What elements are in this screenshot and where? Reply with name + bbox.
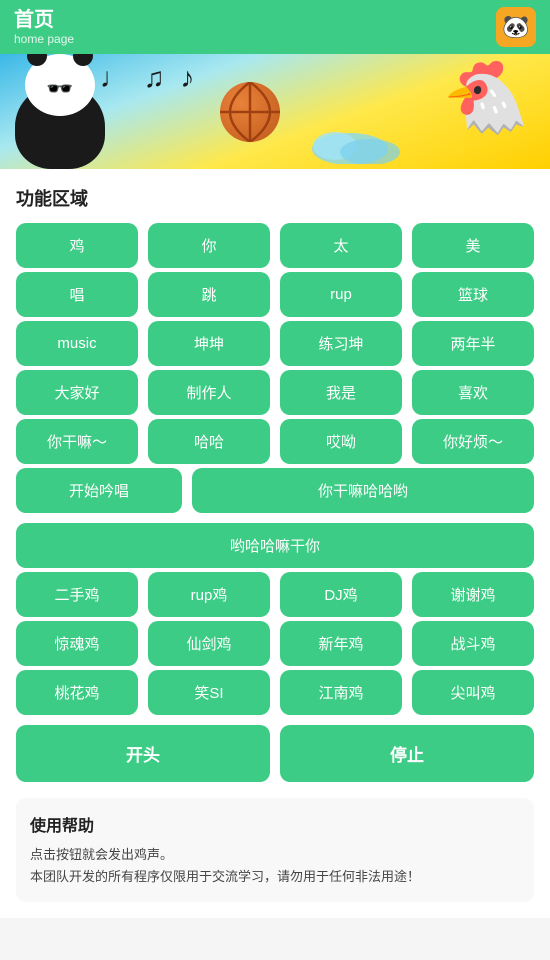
button-row-1: 鸡 你 太 美 [16,223,534,268]
basketball-icon [220,82,280,142]
main-content: 功能区域 鸡 你 太 美 唱 跳 rup 篮球 music 坤坤 练习坤 两年半… [0,169,550,918]
header-title-en: home page [14,32,74,46]
button-row-2: 唱 跳 rup 篮球 [16,272,534,317]
btn-kunkun[interactable]: 坤坤 [148,321,270,366]
btn-yohahahmaganyi[interactable]: 哟哈哈嘛干你 [16,523,534,568]
action-row: 开头 停止 [16,725,534,782]
stop-button[interactable]: 停止 [280,725,534,782]
btn-liankun[interactable]: 练习坤 [280,321,402,366]
btn-tiao[interactable]: 跳 [148,272,270,317]
btn-djji[interactable]: DJ鸡 [280,572,402,617]
button-row-3: music 坤坤 练习坤 两年半 [16,321,534,366]
btn-xinnianji[interactable]: 新年鸡 [280,621,402,666]
help-section: 使用帮助 点击按钮就会发出鸡声。 本团队开发的所有程序仅限用于交流学习，请勿用于… [16,798,534,902]
header-title-zh: 首页 [14,8,74,32]
btn-aiyou[interactable]: 哎呦 [280,419,402,464]
btn-nihaofen[interactable]: 你好烦～ [412,419,534,464]
header-title-block: 首页 home page [14,8,74,46]
banner: 🕶️ ♩ ♫ ♪ 🐔 [0,54,550,169]
section-title: 功能区域 [16,169,534,223]
panda-head: 🕶️ [25,54,95,116]
btn-lanqiu[interactable]: 篮球 [412,272,534,317]
btn-jiangnanji[interactable]: 江南鸡 [280,670,402,715]
btn-zhizuoren[interactable]: 制作人 [148,370,270,415]
panda-glasses-icon: 🕶️ [46,76,73,102]
btn-ni[interactable]: 你 [148,223,270,268]
btn-liangnianban[interactable]: 两年半 [412,321,534,366]
btn-rupji[interactable]: rup鸡 [148,572,270,617]
btn-nigannahahayo[interactable]: 你干嘛哈哈哟 [192,468,534,513]
button-row-9: 桃花鸡 笑SI 江南鸡 尖叫鸡 [16,670,534,715]
btn-jianjiaoji[interactable]: 尖叫鸡 [412,670,534,715]
button-row-6: 开始吟唱 你干嘛哈哈哟 哟哈哈嘛干你 [16,468,534,568]
panda-body: 🕶️ [15,84,105,169]
btn-rup[interactable]: rup [280,272,402,317]
help-text-1: 点击按钮就会发出鸡声。 [30,844,520,866]
btn-dajahao[interactable]: 大家好 [16,370,138,415]
help-text-2: 本团队开发的所有程序仅限用于交流学习，请勿用于任何非法用途！ [30,866,520,888]
btn-niganna[interactable]: 你干嘛～ [16,419,138,464]
btn-ji[interactable]: 鸡 [16,223,138,268]
btn-zhandouji[interactable]: 战斗鸡 [412,621,534,666]
btn-tai[interactable]: 太 [280,223,402,268]
btn-kaishiyinchang[interactable]: 开始吟唱 [16,468,182,513]
btn-xianjianji[interactable]: 仙剑鸡 [148,621,270,666]
avatar-icon: 🐼 [502,14,529,40]
button-row-4: 大家好 制作人 我是 喜欢 [16,370,534,415]
btn-mei[interactable]: 美 [412,223,534,268]
btn-haha[interactable]: 哈哈 [148,419,270,464]
button-row-7: 二手鸡 rup鸡 DJ鸡 谢谢鸡 [16,572,534,617]
btn-xihuan[interactable]: 喜欢 [412,370,534,415]
btn-music[interactable]: music [16,321,138,366]
help-title: 使用帮助 [30,812,520,836]
btn-jinghunij[interactable]: 惊魂鸡 [16,621,138,666]
header: 首页 home page 🐼 [0,0,550,54]
btn-xiaosi[interactable]: 笑SI [148,670,270,715]
start-button[interactable]: 开头 [16,725,270,782]
button-row-5: 你干嘛～ 哈哈 哎呦 你好烦～ [16,419,534,464]
btn-taohuaji[interactable]: 桃花鸡 [16,670,138,715]
btn-woshi[interactable]: 我是 [280,370,402,415]
button-row-8: 惊魂鸡 仙剑鸡 新年鸡 战斗鸡 [16,621,534,666]
music-notes: ♩ ♫ ♪ [100,62,199,94]
btn-xiejieji[interactable]: 谢谢鸡 [412,572,534,617]
btn-ershouji[interactable]: 二手鸡 [16,572,138,617]
chicken-icon: 🐔 [443,62,530,132]
cloud-decoration [310,114,430,169]
btn-chang[interactable]: 唱 [16,272,138,317]
basketball-svg [220,82,280,142]
avatar: 🐼 [496,7,536,47]
